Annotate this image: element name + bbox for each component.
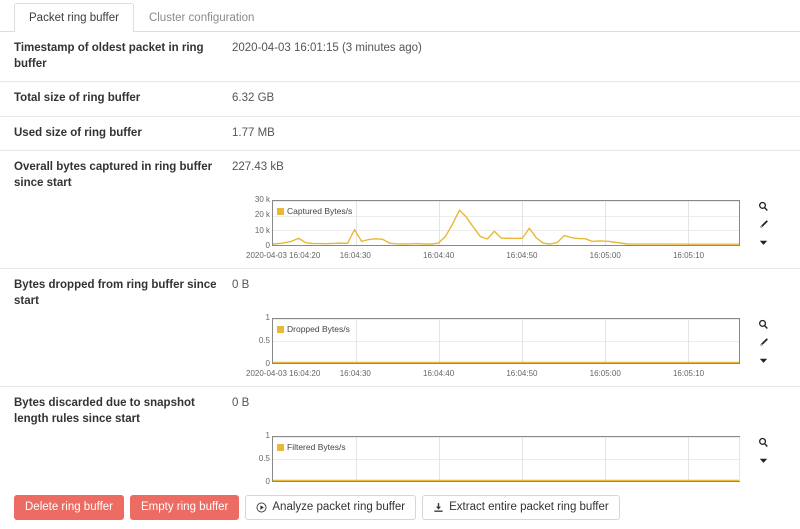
chart-legend: Dropped Bytes/s — [277, 324, 350, 334]
action-bar: Delete ring buffer Empty ring buffer Ana… — [0, 485, 800, 529]
x-axis-tick-label: 16:04:40 — [423, 251, 455, 261]
row-value: 2020-04-03 16:01:15 (3 minutes ago) — [232, 42, 422, 54]
packet-ring-buffer-page: Packet ring buffer Cluster configuration… — [0, 0, 800, 529]
chevron-down-icon[interactable] — [757, 454, 770, 467]
legend-swatch — [277, 443, 284, 451]
y-axis-tick-label: 0.5 — [258, 454, 270, 464]
legend-label: Dropped Bytes/s — [287, 324, 350, 335]
row-label: Overall bytes captured in ring buffer si… — [14, 161, 213, 189]
row-value: 1.77 MB — [232, 126, 275, 139]
y-axis-tick-label: 20 k — [254, 210, 270, 220]
info-rows: Timestamp of oldest packet in ring buffe… — [0, 32, 800, 529]
button-label: Delete ring buffer — [25, 500, 114, 513]
download-icon — [433, 502, 444, 513]
x-axis-tick-label: 16:05:10 — [672, 251, 705, 261]
tab-packet-ring-buffer[interactable]: Packet ring buffer — [14, 2, 134, 32]
pencil-icon[interactable] — [757, 336, 770, 349]
chart-plot-area[interactable]: Captured Bytes/s — [272, 200, 740, 247]
y-axis-tick-label: 1 — [265, 313, 270, 323]
legend-swatch — [277, 325, 284, 333]
chevron-down-icon[interactable] — [757, 354, 770, 367]
row-value: 0 B — [232, 397, 250, 410]
x-axis-tick-label: 16:05:00 — [589, 251, 621, 261]
row-label: Bytes dropped from ring buffer since sta… — [14, 279, 217, 307]
chart-tool-icons — [752, 200, 774, 249]
chart-captured-bytes: Captured Bytes/s 0 10 k 20 k 30 k 2020-04-03 … — [246, 196, 776, 261]
row-value: 6.32 GB — [232, 92, 275, 105]
button-label: Extract entire packet ring buffer — [449, 500, 609, 513]
table-row: Used size of ring buffer 1.77 MB — [0, 117, 800, 152]
x-axis-tick-label: 16:04:30 — [339, 251, 371, 261]
legend-swatch — [277, 207, 284, 215]
y-axis-tick-label: 1 — [265, 431, 270, 441]
x-axis-tick-label: 16:04:50 — [506, 251, 538, 261]
y-axis-tick-label: 0 — [265, 359, 270, 369]
analyze-packet-ring-buffer-button[interactable]: Analyze packet ring buffer — [245, 494, 417, 520]
y-axis-tick-label: 10 k — [254, 225, 270, 235]
delete-ring-buffer-button[interactable]: Delete ring buffer — [14, 494, 125, 520]
table-row: Overall bytes captured in ring buffer si… — [0, 151, 800, 270]
chart-legend: Filtered Bytes/s — [277, 442, 346, 452]
y-axis-tick-label: 0 — [265, 241, 270, 251]
tab-label: Packet ring buffer — [29, 11, 119, 24]
search-icon[interactable] — [757, 318, 770, 331]
x-axis-tick-label: 16:05:10 — [672, 369, 705, 379]
row-label: Bytes discarded due to snapshot length r… — [14, 397, 195, 425]
chart-tool-icons — [752, 436, 774, 467]
chart-legend: Captured Bytes/s — [277, 206, 352, 216]
tab-bar: Packet ring buffer Cluster configuration — [0, 0, 800, 32]
button-label: Analyze packet ring buffer — [272, 500, 406, 513]
row-value: 227.43 kB — [232, 161, 284, 174]
legend-label: Filtered Bytes/s — [287, 442, 346, 453]
legend-label: Captured Bytes/s — [287, 206, 353, 217]
y-axis-tick-label: 30 k — [254, 195, 270, 205]
extract-packet-ring-buffer-button[interactable]: Extract entire packet ring buffer — [422, 494, 620, 520]
pencil-icon[interactable] — [757, 218, 770, 231]
chart-tool-icons — [752, 318, 774, 367]
button-label: Empty ring buffer — [141, 500, 229, 513]
row-value: 0 B — [232, 279, 250, 292]
x-axis-tick-label: 16:04:30 — [339, 369, 371, 379]
chevron-down-icon[interactable] — [757, 236, 770, 249]
empty-ring-buffer-button[interactable]: Empty ring buffer — [130, 494, 240, 520]
tab-cluster-configuration[interactable]: Cluster configuration — [134, 3, 269, 33]
y-axis-tick-label: 0.5 — [258, 336, 270, 346]
grid-line-vertical — [739, 437, 740, 482]
table-row: Timestamp of oldest packet in ring buffe… — [0, 32, 800, 83]
row-label: Total size of ring buffer — [14, 92, 141, 105]
x-axis-tick-label: 2020-04-03 16:04:20 — [246, 251, 321, 261]
x-axis-tick-label: 16:04:50 — [506, 369, 538, 379]
tab-label: Cluster configuration — [148, 11, 255, 24]
search-icon[interactable] — [757, 436, 770, 449]
x-axis-tick-label: 16:05:00 — [589, 369, 621, 379]
chart-plot-area[interactable]: Filtered Bytes/s — [272, 436, 740, 483]
table-row: Bytes dropped from ring buffer since sta… — [0, 269, 800, 388]
row-label: Used size of ring buffer — [14, 126, 142, 139]
row-label: Timestamp of oldest packet in ring buffe… — [14, 42, 204, 70]
chart-dropped-bytes: Dropped Bytes/s 0 0.5 1 2020-04-03 16:04:20 1… — [246, 314, 776, 379]
play-circle-icon — [256, 502, 267, 513]
search-icon[interactable] — [757, 200, 770, 213]
chart-plot-area[interactable]: Dropped Bytes/s — [272, 318, 740, 365]
x-axis-tick-label: 2020-04-03 16:04:20 — [246, 369, 321, 379]
table-row: Total size of ring buffer 6.32 GB — [0, 82, 800, 117]
x-axis-tick-label: 16:04:40 — [423, 369, 455, 379]
